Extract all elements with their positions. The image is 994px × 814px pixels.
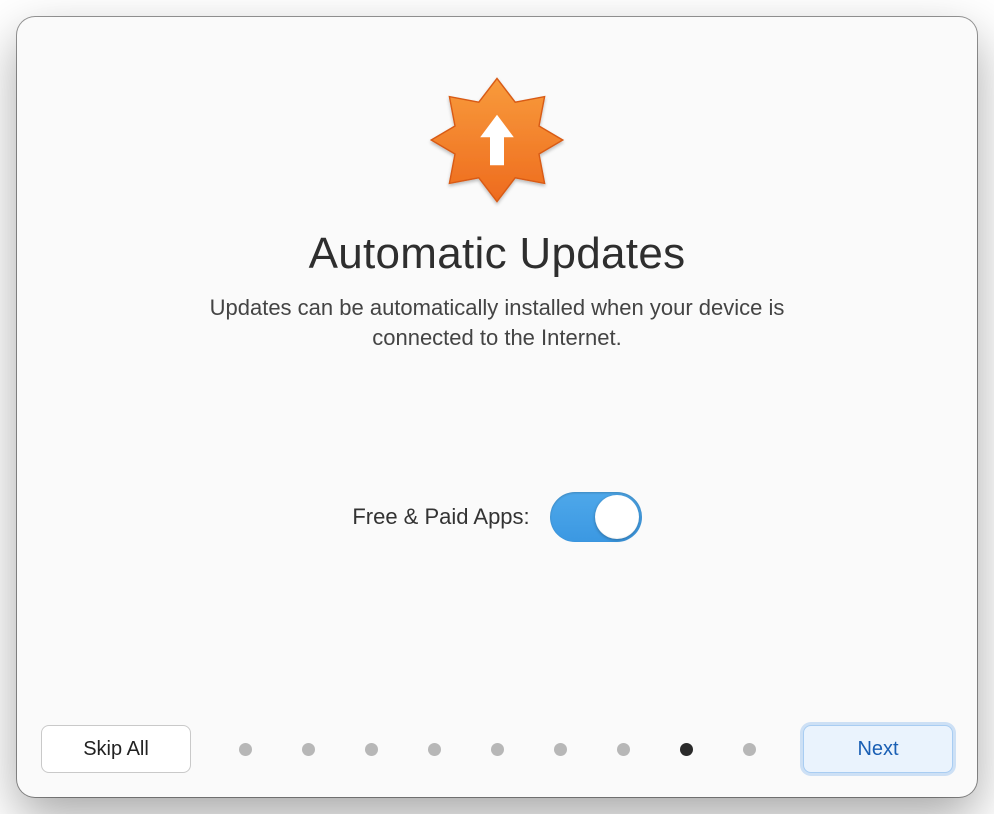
- switch-knob: [595, 495, 639, 539]
- page-dot[interactable]: [554, 743, 567, 756]
- skip-all-label: Skip All: [83, 738, 149, 761]
- page-dot[interactable]: [491, 743, 504, 756]
- main-content: Automatic Updates Updates can be automat…: [17, 17, 977, 797]
- page-dot[interactable]: [680, 743, 693, 756]
- auto-update-switch[interactable]: [550, 492, 642, 542]
- toggle-label: Free & Paid Apps:: [352, 504, 529, 530]
- next-label: Next: [857, 738, 898, 761]
- update-star-icon: [422, 65, 572, 215]
- page-dot[interactable]: [617, 743, 630, 756]
- page-dot[interactable]: [743, 743, 756, 756]
- footer-bar: Skip All Next: [41, 725, 953, 773]
- page-indicator: [211, 743, 783, 756]
- auto-update-toggle-row: Free & Paid Apps:: [352, 492, 641, 542]
- page-dot[interactable]: [239, 743, 252, 756]
- page-subtitle: Updates can be automatically installed w…: [197, 293, 797, 352]
- page-title: Automatic Updates: [309, 229, 686, 279]
- page-dot[interactable]: [365, 743, 378, 756]
- onboarding-window: Automatic Updates Updates can be automat…: [17, 17, 977, 797]
- next-button[interactable]: Next: [803, 725, 953, 773]
- skip-all-button[interactable]: Skip All: [41, 725, 191, 773]
- page-dot[interactable]: [302, 743, 315, 756]
- page-dot[interactable]: [428, 743, 441, 756]
